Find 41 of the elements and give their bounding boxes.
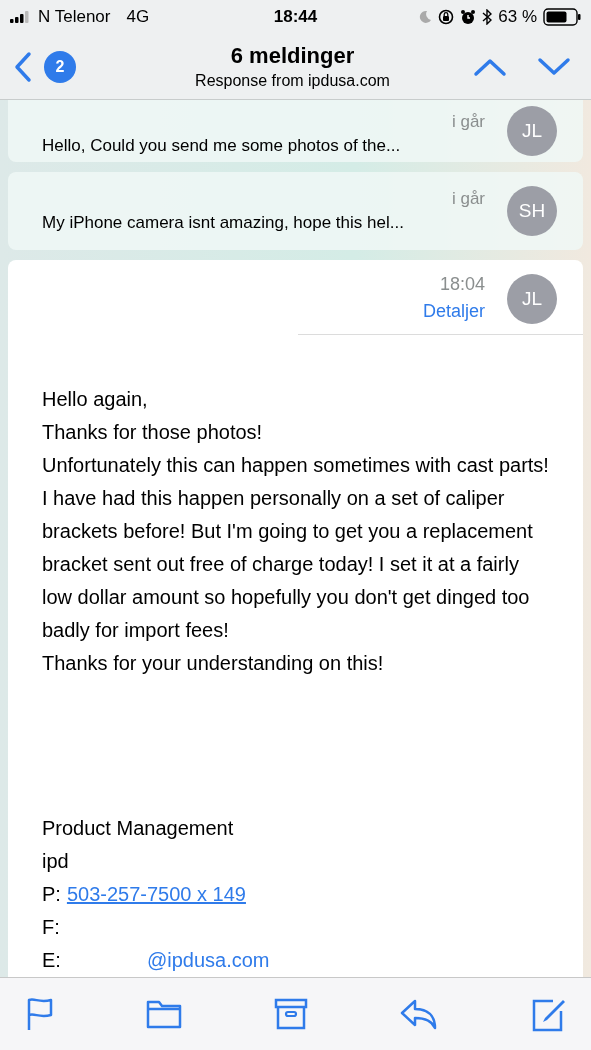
moon-icon (418, 10, 433, 24)
folder-icon[interactable] (145, 999, 182, 1029)
message-time: i går (451, 189, 485, 209)
back-icon[interactable] (14, 50, 32, 83)
signature-text: E: (42, 948, 61, 973)
message-time: 18:04 (439, 274, 485, 295)
body-text: Thanks for those photos! (42, 420, 264, 445)
body-text: Thanks for your understanding on this! (42, 651, 385, 676)
signature-text: F: (42, 915, 60, 940)
rotation-lock-icon (438, 9, 455, 25)
carrier-name: N Telenor (38, 7, 111, 27)
message-preview: My iPhone camera isnt amazing, hope this hel... (42, 213, 405, 233)
message-preview: Hello, Could you send me some photos of the... (42, 136, 402, 156)
archive-icon[interactable] (273, 998, 308, 1030)
message-card[interactable]: i går My iPhone camera isnt amazing, hope this hel... SH (8, 172, 583, 250)
down-chevron-icon[interactable] (537, 56, 571, 77)
battery-icon (543, 8, 581, 26)
up-chevron-icon[interactable] (473, 56, 507, 77)
avatar: JL (507, 106, 557, 156)
clock-time: 18:44 (272, 7, 319, 27)
network-type: 4G (126, 7, 150, 27)
signature-link[interactable]: 503-257-7500 x 149 (66, 878, 246, 911)
signature-text: Product Management (42, 816, 234, 841)
avatar: JL (507, 274, 557, 324)
avatar: SH (507, 186, 557, 236)
signature-text: P: (42, 882, 61, 907)
thread-title: 6 meldinger (230, 43, 355, 69)
body-text: Unfortunately this can happen sometimes with cast parts! I have had this happen personally on a set of caliper brackets before! But I'm going to get you a replacement bracket sent out free of charge today! I set it at a fairly low dollar amount so hopefully you don't get dinged too badly for import fees! (42, 453, 550, 643)
thread-subject: Response from ipdusa.com (195, 72, 390, 90)
message-card[interactable]: i går Hello, Could you send me some photos of the... JL (8, 100, 583, 162)
message-time: i går (451, 112, 485, 132)
battery-percent: 63 % (498, 7, 537, 27)
flag-icon[interactable] (26, 997, 54, 1031)
body-text: Hello again, (42, 387, 149, 412)
alarm-icon (460, 9, 477, 25)
details-link[interactable]: Detaljer (422, 301, 485, 322)
signal-icon (10, 11, 32, 23)
unread-badge: 2 (44, 50, 76, 83)
signature-link[interactable]: @ipdusa.com (146, 944, 270, 977)
signature-text: ipd (42, 849, 69, 874)
bluetooth-icon (482, 9, 493, 25)
